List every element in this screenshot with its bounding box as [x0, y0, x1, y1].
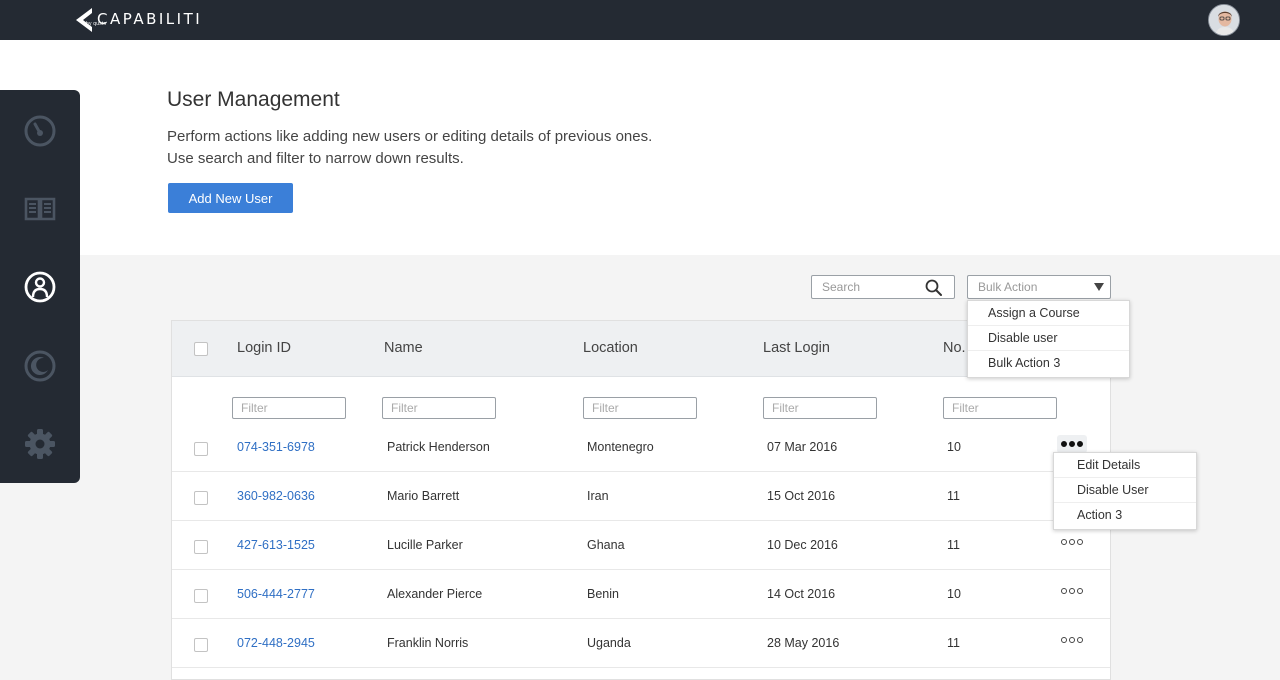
- row-more-icon[interactable]: [1057, 582, 1087, 600]
- gear-icon: [25, 429, 55, 459]
- user-last-login: 15 Oct 2016: [767, 489, 836, 503]
- sidebar-nav: [0, 90, 80, 483]
- page-description-line-2: Use search and filter to narrow down res…: [167, 150, 464, 167]
- login-id-link[interactable]: 427-613-1525: [237, 538, 315, 552]
- sidebar-item-users[interactable]: [22, 269, 58, 305]
- filter-name[interactable]: [382, 397, 496, 419]
- brand-logo[interactable]: CAPABILITI: [72, 6, 202, 34]
- top-bar: CAPABILITI by qustn: [0, 0, 1280, 40]
- login-id-link[interactable]: 074-351-6978: [237, 440, 315, 454]
- add-new-user-button[interactable]: Add New User: [168, 183, 293, 213]
- column-header-name[interactable]: Name: [384, 340, 423, 356]
- user-name: Lucille Parker: [387, 538, 463, 552]
- user-no: 11: [947, 538, 960, 552]
- user-icon: [24, 271, 56, 303]
- row-checkbox[interactable]: [194, 589, 208, 603]
- user-last-login: 14 Oct 2016: [767, 587, 836, 601]
- brand-subtitle: by qustn: [86, 21, 107, 27]
- page-description-line-1: Perform actions like adding new users or…: [167, 128, 653, 145]
- sidebar-item-reports[interactable]: [22, 348, 58, 384]
- row-checkbox[interactable]: [194, 638, 208, 652]
- row-more-icon[interactable]: [1057, 533, 1087, 551]
- filter-login-id[interactable]: [232, 397, 346, 419]
- row-more-icon[interactable]: [1057, 435, 1087, 453]
- user-name: Patrick Henderson: [387, 440, 490, 454]
- column-header-no[interactable]: No.: [943, 340, 966, 356]
- sidebar-item-dashboard[interactable]: [22, 113, 58, 149]
- user-location: Montenegro: [587, 440, 654, 454]
- user-no: 10: [947, 587, 961, 601]
- user-location: Benin: [587, 587, 619, 601]
- row-checkbox[interactable]: [194, 540, 208, 554]
- user-no: 11: [947, 636, 960, 650]
- bulk-action-value: Bulk Action: [978, 280, 1038, 294]
- page-header-area: [0, 40, 1280, 255]
- menu-item-action-3[interactable]: Action 3: [1054, 503, 1196, 528]
- search-box: [811, 275, 955, 299]
- row-checkbox[interactable]: [194, 442, 208, 456]
- user-name: Alexander Pierce: [387, 587, 483, 601]
- row-action-menu: Edit Details Disable User Action 3: [1053, 452, 1197, 530]
- login-id-link[interactable]: 360-982-0636: [237, 489, 315, 503]
- page-title: User Management: [167, 88, 340, 111]
- user-no: 11: [947, 489, 960, 503]
- gauge-icon: [24, 115, 56, 147]
- brand-name: CAPABILITI: [97, 10, 203, 28]
- user-last-login: 28 May 2016: [767, 636, 840, 650]
- user-no: 10: [947, 440, 961, 454]
- moon-icon: [24, 350, 56, 382]
- filter-location[interactable]: [583, 397, 697, 419]
- user-avatar[interactable]: [1208, 4, 1240, 36]
- filter-last-login[interactable]: [763, 397, 877, 419]
- user-last-login: 10 Dec 2016: [767, 538, 838, 552]
- filter-no[interactable]: [943, 397, 1057, 419]
- user-name: Franklin Norris: [387, 636, 469, 650]
- menu-item-disable-user[interactable]: Disable User: [1054, 478, 1196, 503]
- search-icon[interactable]: [925, 279, 942, 296]
- caret-down-icon: [1094, 283, 1104, 291]
- row-checkbox[interactable]: [194, 491, 208, 505]
- column-header-last-login[interactable]: Last Login: [763, 340, 830, 356]
- menu-item-bulk-action-3[interactable]: Bulk Action 3: [968, 351, 1129, 376]
- bulk-action-select[interactable]: Bulk Action: [967, 275, 1111, 299]
- menu-item-assign-course[interactable]: Assign a Course: [968, 301, 1129, 326]
- menu-item-edit-details[interactable]: Edit Details: [1054, 453, 1196, 478]
- avatar-portrait-icon: [1209, 5, 1239, 35]
- table-row: 506-444-2777 Alexander Pierce Benin 14 O…: [172, 570, 1110, 619]
- menu-item-disable-user[interactable]: Disable user: [968, 326, 1129, 351]
- login-id-link[interactable]: 506-444-2777: [237, 587, 315, 601]
- sidebar-item-settings[interactable]: [22, 426, 58, 462]
- sidebar-item-courses[interactable]: [22, 191, 58, 227]
- bulk-action-menu: Assign a Course Disable user Bulk Action…: [967, 300, 1130, 378]
- user-location: Uganda: [587, 636, 631, 650]
- column-header-login-id[interactable]: Login ID: [237, 340, 291, 356]
- search-input[interactable]: [812, 276, 912, 298]
- select-all-checkbox[interactable]: [194, 342, 208, 356]
- user-location: Iran: [587, 489, 609, 503]
- logo-chevron-icon: [76, 8, 92, 32]
- row-more-icon[interactable]: [1057, 631, 1087, 649]
- table-row: 074-351-6978 Patrick Henderson Montenegr…: [172, 423, 1110, 472]
- user-location: Ghana: [587, 538, 625, 552]
- login-id-link[interactable]: 072-448-2945: [237, 636, 315, 650]
- table-row: 427-613-1525 Lucille Parker Ghana 10 Dec…: [172, 521, 1110, 570]
- user-name: Mario Barrett: [387, 489, 460, 503]
- table-row: 072-448-2945 Franklin Norris Uganda 28 M…: [172, 619, 1110, 668]
- user-last-login: 07 Mar 2016: [767, 440, 838, 454]
- table-row: 360-982-0636 Mario Barrett Iran 15 Oct 2…: [172, 472, 1110, 521]
- column-header-location[interactable]: Location: [583, 340, 638, 356]
- book-icon: [24, 197, 56, 221]
